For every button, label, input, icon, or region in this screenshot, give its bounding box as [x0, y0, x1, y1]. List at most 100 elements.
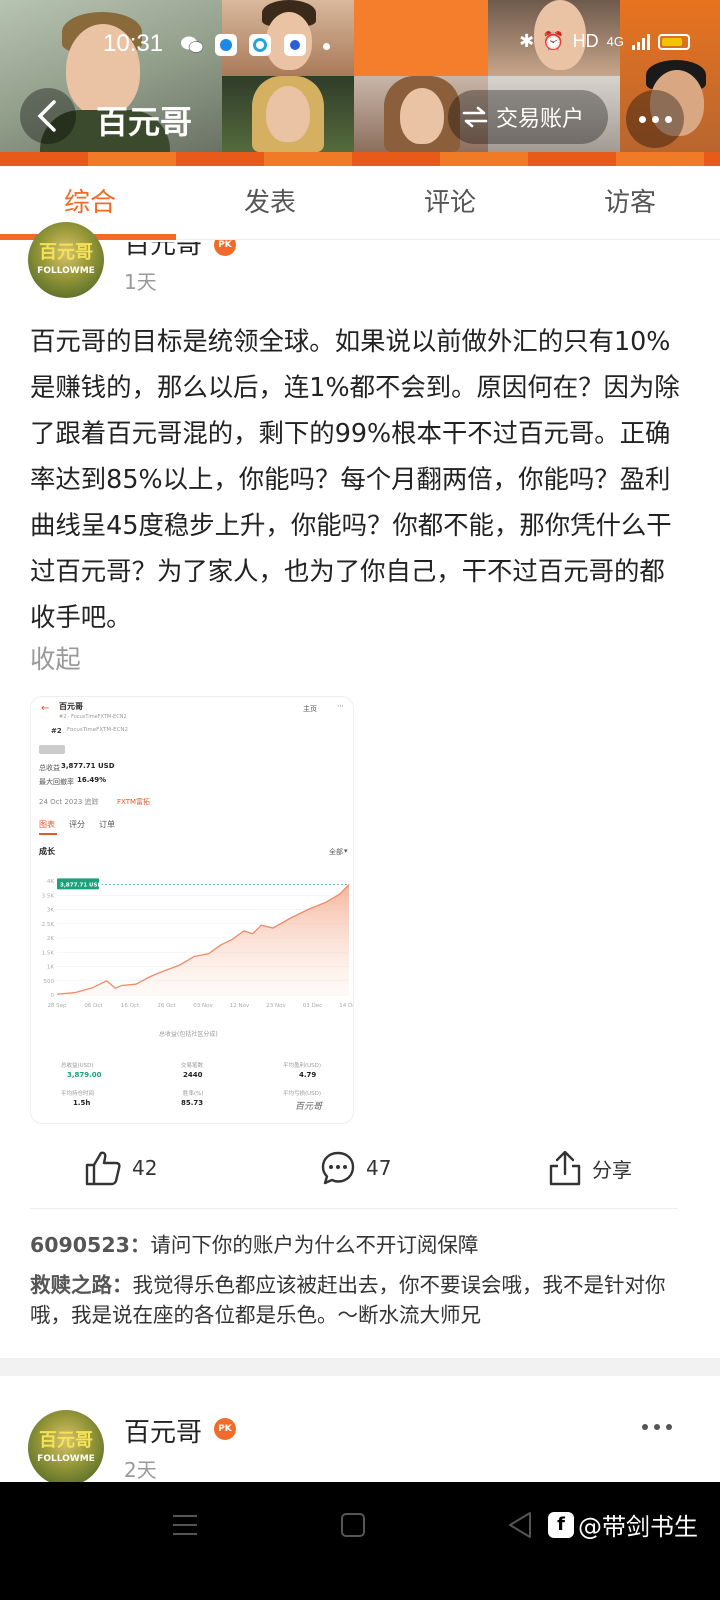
avatar-text: 百元哥 [39, 1430, 93, 1451]
share-label: 分享 [592, 1157, 632, 1182]
x-tick-label: 14 Dec [339, 1003, 354, 1009]
comment-text: 请问下你的账户为什么不开订阅保障 [150, 1233, 479, 1257]
y-tick-label: 2K [47, 936, 54, 942]
signal-label: 4G [606, 34, 624, 49]
post-separator [0, 1358, 720, 1376]
like-count: 42 [132, 1156, 158, 1180]
status-bar: 10:31 ✱ ⏰ HD 4G [0, 26, 720, 66]
embedded-date: 24 Oct 2023 追踪 [39, 798, 99, 806]
y-tick-label: 3.5K [42, 893, 55, 899]
share-icon [549, 1150, 581, 1186]
watermark: f @带剑书生 [548, 1507, 698, 1542]
stat-label: 交易笔数 [181, 1063, 204, 1069]
stat-value: 85.73 [181, 1099, 204, 1107]
like-button[interactable]: 42 [84, 1150, 157, 1186]
embedded-badge [39, 745, 65, 754]
x-tick-label: 28 Sep [47, 1003, 67, 1009]
embedded-subtitle: #2 · FocusTimeFXTM-ECN2 [59, 714, 127, 720]
back-triangle-icon[interactable] [508, 1512, 532, 1538]
y-tick-label: 4K [47, 879, 54, 885]
thumbs-up-icon [85, 1151, 121, 1186]
embedded-total-value: 3,877.71 USD [61, 762, 115, 770]
x-tick-label: 03 Dec [303, 1003, 322, 1009]
avatar[interactable]: 百元哥 FOLLOWME [28, 1410, 104, 1486]
banner-stripe [0, 152, 720, 166]
trade-account-label: 交易账户 [496, 107, 585, 132]
embedded-tab-underline [39, 833, 57, 835]
stat-value: 2440 [183, 1071, 203, 1079]
tab-posts[interactable]: 发表 [180, 166, 360, 239]
avatar[interactable]: 百元哥 FOLLOWME [28, 222, 104, 298]
back-arrow-icon [37, 100, 56, 132]
y-tick-label: 500 [44, 979, 55, 985]
post-more-button[interactable] [642, 1424, 672, 1430]
tab-visitors[interactable]: 访客 [540, 166, 720, 239]
tab-comments[interactable]: 评论 [360, 166, 540, 239]
stat-label: 胜率(%) [183, 1091, 204, 1097]
banner-photo [222, 76, 354, 152]
embedded-tab-rating: 评分 [69, 820, 85, 829]
signal-icon [632, 33, 650, 50]
embedded-rank: #2 [51, 727, 62, 735]
y-tick-label: 3K [47, 908, 54, 914]
author-name[interactable]: 百元哥 [124, 1412, 202, 1449]
comment-icon [321, 1151, 355, 1185]
x-tick-label: 12 Nov [230, 1003, 250, 1009]
swap-icon [462, 106, 488, 128]
embedded-home-link: 主页 [303, 705, 317, 713]
network-label: HD [572, 31, 599, 51]
comment-button[interactable]: 47 [320, 1150, 391, 1186]
app-icon [215, 34, 237, 56]
trade-account-button[interactable]: 交易账户 [448, 90, 608, 144]
menu-icon[interactable] [172, 1514, 198, 1536]
y-tick-label: 0 [51, 993, 55, 999]
app-icon [249, 34, 271, 56]
battery-icon [658, 33, 690, 50]
x-tick-label: 26 Oct [157, 1003, 176, 1009]
post-time: 2天 [124, 1458, 157, 1482]
share-button[interactable]: 分享 [548, 1150, 632, 1186]
comment-item[interactable]: 救赎之路：我觉得乐色都应该被赶出去，你不要误会哦，我不是针对你哦，我是说在座的各… [30, 1270, 680, 1330]
y-tick-label: 2.5K [42, 922, 55, 928]
more-icon: ⋯ [337, 702, 344, 710]
embedded-tab-orders: 订单 [99, 820, 115, 829]
embedded-drawdown-label: 最大回撤率 [39, 778, 74, 786]
avatar-text: 百元哥 [39, 242, 93, 263]
divider [30, 1208, 678, 1209]
stat-value: 4.79 [299, 1071, 317, 1079]
comment-author[interactable]: 6090523： [30, 1233, 150, 1257]
avatar-subtext: FOLLOWME [37, 1454, 95, 1464]
back-button[interactable] [20, 88, 76, 144]
avatar-subtext: FOLLOWME [37, 266, 95, 276]
x-tick-label: 16 Oct [121, 1003, 140, 1009]
embedded-section-title: 成长 [39, 847, 55, 856]
more-button[interactable] [626, 90, 684, 148]
growth-chart: 0 500 1K 1.5K 2K 2.5K 3K 3.5K 4K 28 Sep 06 Oct 16 O… [42, 878, 354, 1009]
chart-legend: 总收益(包括社区分成) [159, 1031, 218, 1038]
x-tick-label: 23 Nov [266, 1003, 286, 1009]
y-tick-label: 1.5K [42, 950, 55, 956]
watermark-text: @带剑书生 [578, 1513, 698, 1541]
wechat-icon [180, 34, 204, 56]
watermark-logo-icon: f [548, 1511, 574, 1538]
post-image[interactable]: ← 百元哥 #2 · FocusTimeFXTM-ECN2 主页 ⋯ #2 Fo… [30, 696, 354, 1124]
y-tick-label: 1K [47, 965, 54, 971]
embedded-drawdown-value: 16.49% [77, 776, 107, 784]
image-watermark: 百元哥 [295, 1102, 323, 1112]
embedded-total-label: 总收益 [39, 764, 60, 772]
embedded-range: 全部 [329, 848, 343, 856]
chevron-down-icon: ▾ [344, 847, 348, 855]
stat-label: 平均持仓时间 [61, 1091, 95, 1097]
stat-label: 总收益(USD) [61, 1063, 94, 1069]
home-icon[interactable] [341, 1513, 365, 1537]
post-time: 1天 [124, 270, 157, 294]
status-indicators: ✱ ⏰ HD 4G [519, 31, 690, 52]
stat-label: 平均盈利(USD) [283, 1063, 322, 1069]
comment-author[interactable]: 救赎之路： [30, 1273, 133, 1297]
comment-item[interactable]: 6090523：请问下你的账户为什么不开订阅保障 [30, 1230, 680, 1260]
stat-value: 3,879.00 [67, 1071, 102, 1079]
collapse-link[interactable]: 收起 [30, 640, 81, 676]
tab-overview[interactable]: 综合 [0, 166, 180, 239]
stat-value: 1.5h [73, 1099, 91, 1107]
post-text: 百元哥的目标是统领全球。如果说以前做外汇的只有10%是赚钱的，那么以后，连1%都… [30, 326, 680, 632]
